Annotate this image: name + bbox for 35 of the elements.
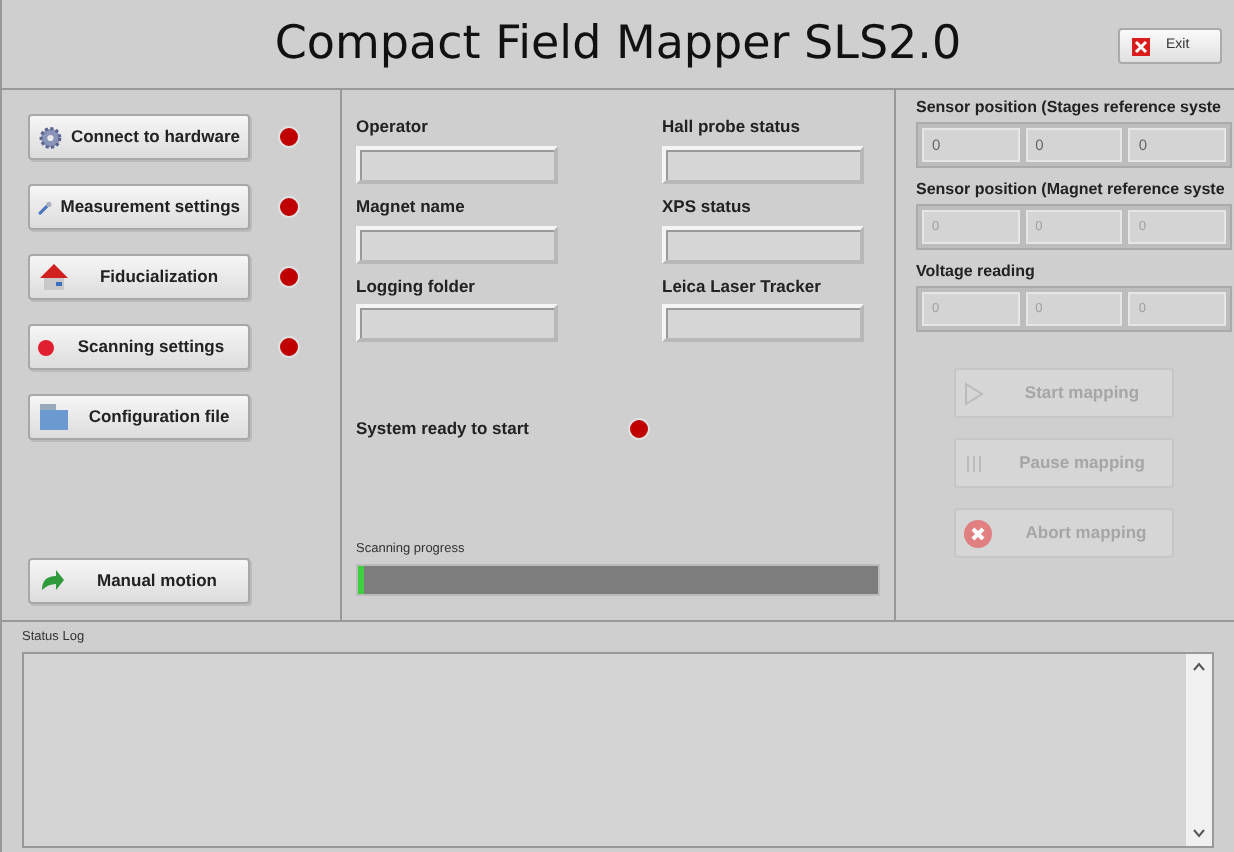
scrollbar[interactable] <box>1186 653 1212 846</box>
gear-icon <box>38 121 63 153</box>
nav-button[interactable]: Scanning settings <box>28 324 250 370</box>
text-field[interactable] <box>356 145 558 184</box>
field-label: XPS status <box>662 193 753 219</box>
curved-arrow-icon <box>38 569 66 593</box>
folder-icon <box>38 402 70 432</box>
status-label: System ready to start <box>356 416 531 442</box>
readout-label: Voltage reading <box>916 262 1037 282</box>
window-title: Compact Field Mapper SLS2.0 <box>274 15 962 74</box>
nav-button[interactable]: Configuration file <box>28 394 250 440</box>
text-field[interactable] <box>356 304 558 343</box>
scroll-up-icon[interactable] <box>1192 661 1206 672</box>
scroll-down-icon[interactable] <box>1192 828 1206 838</box>
readout-label: Sensor position (Stages reference syste <box>916 98 1223 118</box>
close-icon <box>964 519 992 547</box>
text-field[interactable] <box>662 225 864 263</box>
field-label: Hall probe status <box>662 114 802 140</box>
field-label: Logging folder <box>356 273 477 299</box>
nav-button[interactable]: Connect to hardware <box>28 114 250 160</box>
readout-label: Sensor position (Magnet reference syste <box>916 180 1227 200</box>
house-icon <box>38 262 70 292</box>
text-field[interactable] <box>662 304 864 343</box>
play-icon <box>964 381 984 405</box>
field-label: Leica Laser Tracker <box>662 273 823 299</box>
close-icon <box>1132 37 1150 55</box>
field-label: Operator <box>356 114 430 140</box>
field-label: Magnet name <box>356 193 467 219</box>
text-field[interactable] <box>356 225 558 263</box>
nav-button[interactable]: Manual motion <box>28 558 250 604</box>
dot-icon <box>38 339 54 355</box>
nav-button[interactable]: Measurement settings <box>28 184 250 230</box>
pause-icon <box>964 453 984 473</box>
nav-button[interactable]: Fiducialization <box>28 254 250 300</box>
text-field[interactable] <box>662 145 864 184</box>
